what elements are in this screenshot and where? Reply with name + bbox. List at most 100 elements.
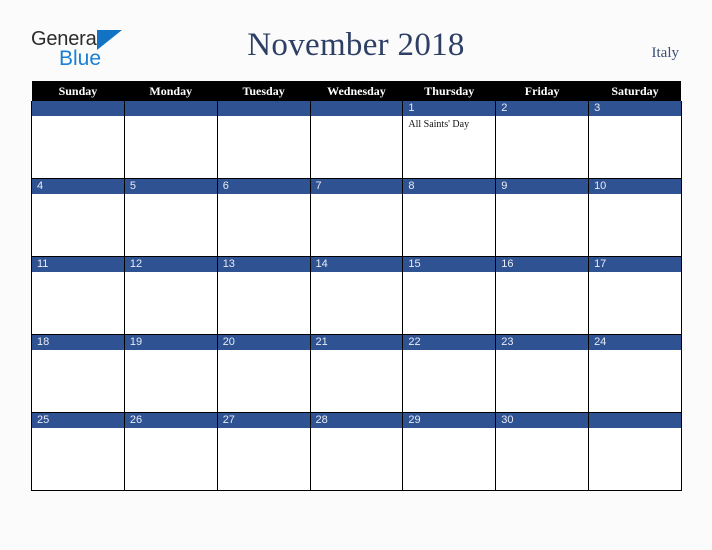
calendar-body: 1 All Saints' Day 2 3 4 5 6 7 8 9 10 11 12 13 14 15 16 17… <box>31 101 682 491</box>
day-events <box>32 194 124 197</box>
day-number: 29 <box>403 413 496 428</box>
calendar-grid: Sunday Monday Tuesday Wednesday Thursday Frid… <box>31 81 682 491</box>
day-number: 21 <box>310 335 403 350</box>
day-events <box>403 194 495 197</box>
day-number: 6 <box>217 179 310 194</box>
calendar-day-cell[interactable]: 17 <box>588 256 682 335</box>
calendar-day-cell[interactable]: 8 <box>402 178 497 257</box>
calendar-day-cell[interactable]: 14 <box>309 256 404 335</box>
calendar-empty-cell[interactable] <box>216 101 311 179</box>
holiday-label: All Saints' Day <box>408 119 470 130</box>
day-events <box>311 194 403 197</box>
calendar-day-cell[interactable]: 13 <box>216 256 311 335</box>
day-events <box>403 350 495 353</box>
day-events <box>589 272 681 275</box>
calendar-day-cell[interactable]: 16 <box>495 256 590 335</box>
day-of-week-header-tuesday: Tuesday <box>217 81 311 101</box>
calendar-day-cell[interactable]: 11 <box>31 256 125 335</box>
day-events <box>589 350 681 353</box>
calendar-day-cell[interactable]: 24 <box>588 334 682 413</box>
calendar-day-cell[interactable]: 26 <box>123 412 218 491</box>
calendar-day-cell[interactable]: 3 <box>588 101 682 179</box>
day-number: 5 <box>124 179 217 194</box>
day-number: 19 <box>124 335 217 350</box>
calendar-page: General Blue November 2018 Italy Sunday M… <box>0 0 712 550</box>
day-of-week-header-sunday: Sunday <box>31 81 125 101</box>
day-events <box>496 272 588 275</box>
day-number: 9 <box>496 179 589 194</box>
calendar-day-cell[interactable]: 29 <box>402 412 497 491</box>
day-of-week-header-saturday: Saturday <box>588 81 682 101</box>
day-of-week-header-friday: Friday <box>495 81 589 101</box>
calendar-day-cell[interactable]: 21 <box>309 334 404 413</box>
day-number: 3 <box>589 101 681 116</box>
day-number <box>32 101 124 116</box>
region-label: Italy <box>651 45 680 61</box>
calendar-day-cell[interactable]: 22 <box>402 334 497 413</box>
day-number: 16 <box>496 257 589 272</box>
day-number: 17 <box>589 257 681 272</box>
calendar-day-cell[interactable]: 9 <box>495 178 590 257</box>
calendar-empty-cell[interactable] <box>31 101 125 179</box>
day-events <box>311 428 403 431</box>
calendar-day-cell[interactable]: 10 <box>588 178 682 257</box>
day-events <box>32 272 124 275</box>
day-events <box>496 116 588 119</box>
day-of-week-header-thursday: Thursday <box>402 81 496 101</box>
day-number: 8 <box>403 179 496 194</box>
calendar-empty-cell[interactable] <box>123 101 218 179</box>
calendar-day-cell[interactable]: 7 <box>309 178 404 257</box>
day-events <box>32 350 124 353</box>
calendar-week-row: 4 5 6 7 8 9 10 <box>31 178 682 257</box>
calendar-day-cell[interactable]: 4 <box>31 178 125 257</box>
page-title: November 2018 <box>247 27 465 63</box>
calendar-day-cell[interactable]: 2 <box>495 101 590 179</box>
day-events <box>32 116 124 119</box>
calendar-day-cell[interactable]: 12 <box>123 256 218 335</box>
day-number: 30 <box>496 413 589 428</box>
day-events <box>403 272 495 275</box>
day-number: 22 <box>403 335 496 350</box>
calendar-day-cell[interactable]: 6 <box>216 178 311 257</box>
day-events <box>496 194 588 197</box>
calendar-week-row: 18 19 20 21 22 23 24 <box>31 334 682 413</box>
day-events <box>589 194 681 197</box>
day-events <box>311 116 403 119</box>
day-number: 20 <box>217 335 310 350</box>
day-number: 15 <box>403 257 496 272</box>
calendar-day-cell[interactable]: 23 <box>495 334 590 413</box>
calendar-day-cell[interactable]: 25 <box>31 412 125 491</box>
calendar-day-cell[interactable]: 1 All Saints' Day <box>402 101 497 179</box>
day-events <box>496 350 588 353</box>
day-number <box>310 101 403 116</box>
calendar-day-cell[interactable]: 27 <box>216 412 311 491</box>
day-number: 7 <box>310 179 403 194</box>
calendar-day-cell[interactable]: 5 <box>123 178 218 257</box>
day-number: 11 <box>32 257 124 272</box>
day-number: 28 <box>310 413 403 428</box>
calendar-day-cell[interactable]: 20 <box>216 334 311 413</box>
day-number: 12 <box>124 257 217 272</box>
day-number: 4 <box>32 179 124 194</box>
calendar-day-cell[interactable]: 15 <box>402 256 497 335</box>
day-number <box>589 413 681 428</box>
calendar-empty-cell[interactable] <box>588 412 682 491</box>
day-events <box>125 116 217 119</box>
calendar-header-row: Sunday Monday Tuesday Wednesday Thursday Frid… <box>31 81 682 101</box>
calendar-day-cell[interactable]: 28 <box>309 412 404 491</box>
calendar-day-cell[interactable]: 18 <box>31 334 125 413</box>
day-events <box>32 428 124 431</box>
day-events <box>218 428 310 431</box>
calendar-day-cell[interactable]: 19 <box>123 334 218 413</box>
day-events <box>125 350 217 353</box>
calendar-day-cell[interactable]: 30 <box>495 412 590 491</box>
day-events <box>218 350 310 353</box>
calendar-week-row: 25 26 27 28 29 30 <box>31 412 682 491</box>
calendar-empty-cell[interactable] <box>309 101 404 179</box>
day-number <box>217 101 310 116</box>
day-of-week-header-monday: Monday <box>124 81 218 101</box>
day-events <box>125 194 217 197</box>
day-events <box>125 428 217 431</box>
day-number: 10 <box>589 179 681 194</box>
day-number: 2 <box>496 101 589 116</box>
